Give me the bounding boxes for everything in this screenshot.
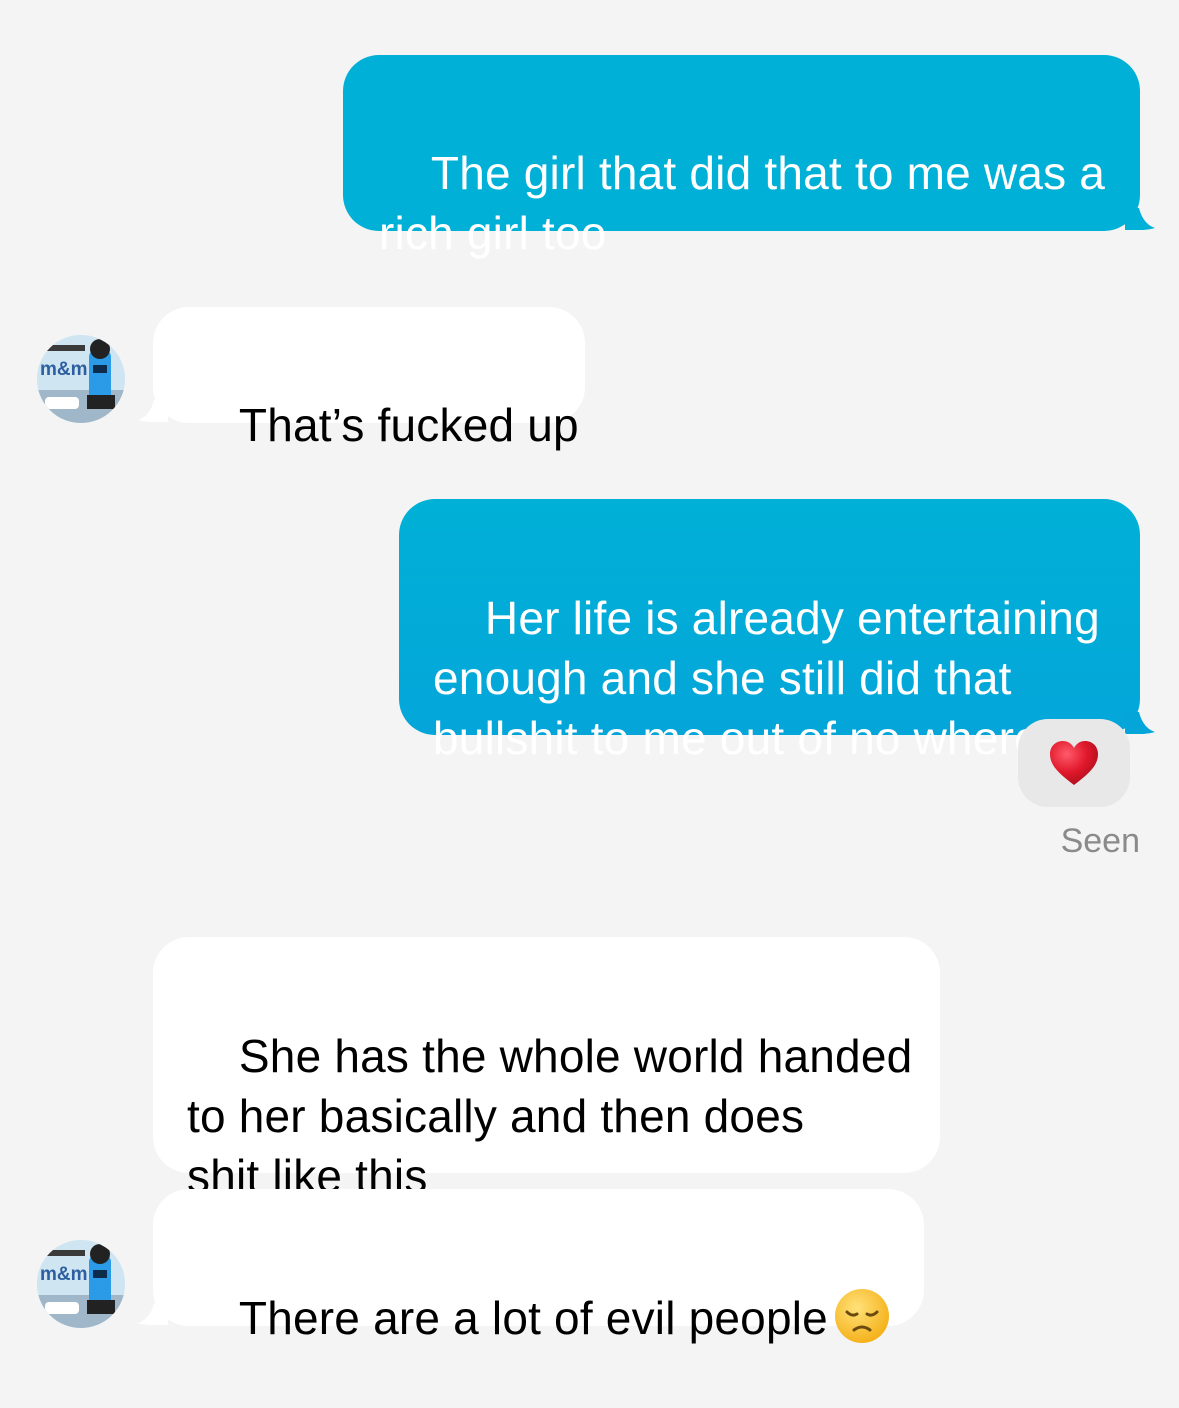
avatar-image-icon: m&m [37, 335, 125, 423]
seen-status: Seen [1060, 822, 1140, 860]
bubble-tail [138, 400, 168, 422]
received-message-bubble[interactable]: That’s fucked up [153, 307, 585, 451]
message-text: The girl that did that to me was a rich … [379, 147, 1106, 259]
received-message-bubble[interactable]: There are a lot of evil people [153, 1189, 924, 1344]
message-text: There are a lot of evil people [238, 1292, 828, 1344]
message-text: Her life is already entertaining enough … [433, 592, 1100, 764]
contact-avatar[interactable]: m&m [37, 335, 125, 423]
sent-message-bubble[interactable]: Her life is already entertaining enough … [399, 499, 1140, 764]
message-thread: The girl that did that to me was a rich … [0, 0, 1179, 1352]
message-text: That’s fucked up [238, 399, 579, 451]
received-message-bubble[interactable]: She has the whole world handed to her ba… [153, 937, 940, 1202]
message-text: She has the whole world handed to her ba… [187, 1030, 913, 1202]
avatar-image-icon: m&m [37, 1240, 125, 1328]
svg-text:m&m: m&m [40, 1264, 88, 1285]
bubble-tail [1125, 712, 1155, 734]
sent-message-bubble[interactable]: The girl that did that to me was a rich … [343, 55, 1140, 259]
reaction-badge[interactable] [1018, 719, 1130, 807]
disappointed-face-emoji-icon [834, 1289, 889, 1343]
svg-text:m&m: m&m [40, 359, 88, 380]
bubble-tail [138, 1303, 168, 1325]
bubble-tail [1125, 208, 1155, 230]
heart-emoji-icon [1050, 741, 1098, 785]
contact-avatar[interactable]: m&m [37, 1240, 125, 1328]
